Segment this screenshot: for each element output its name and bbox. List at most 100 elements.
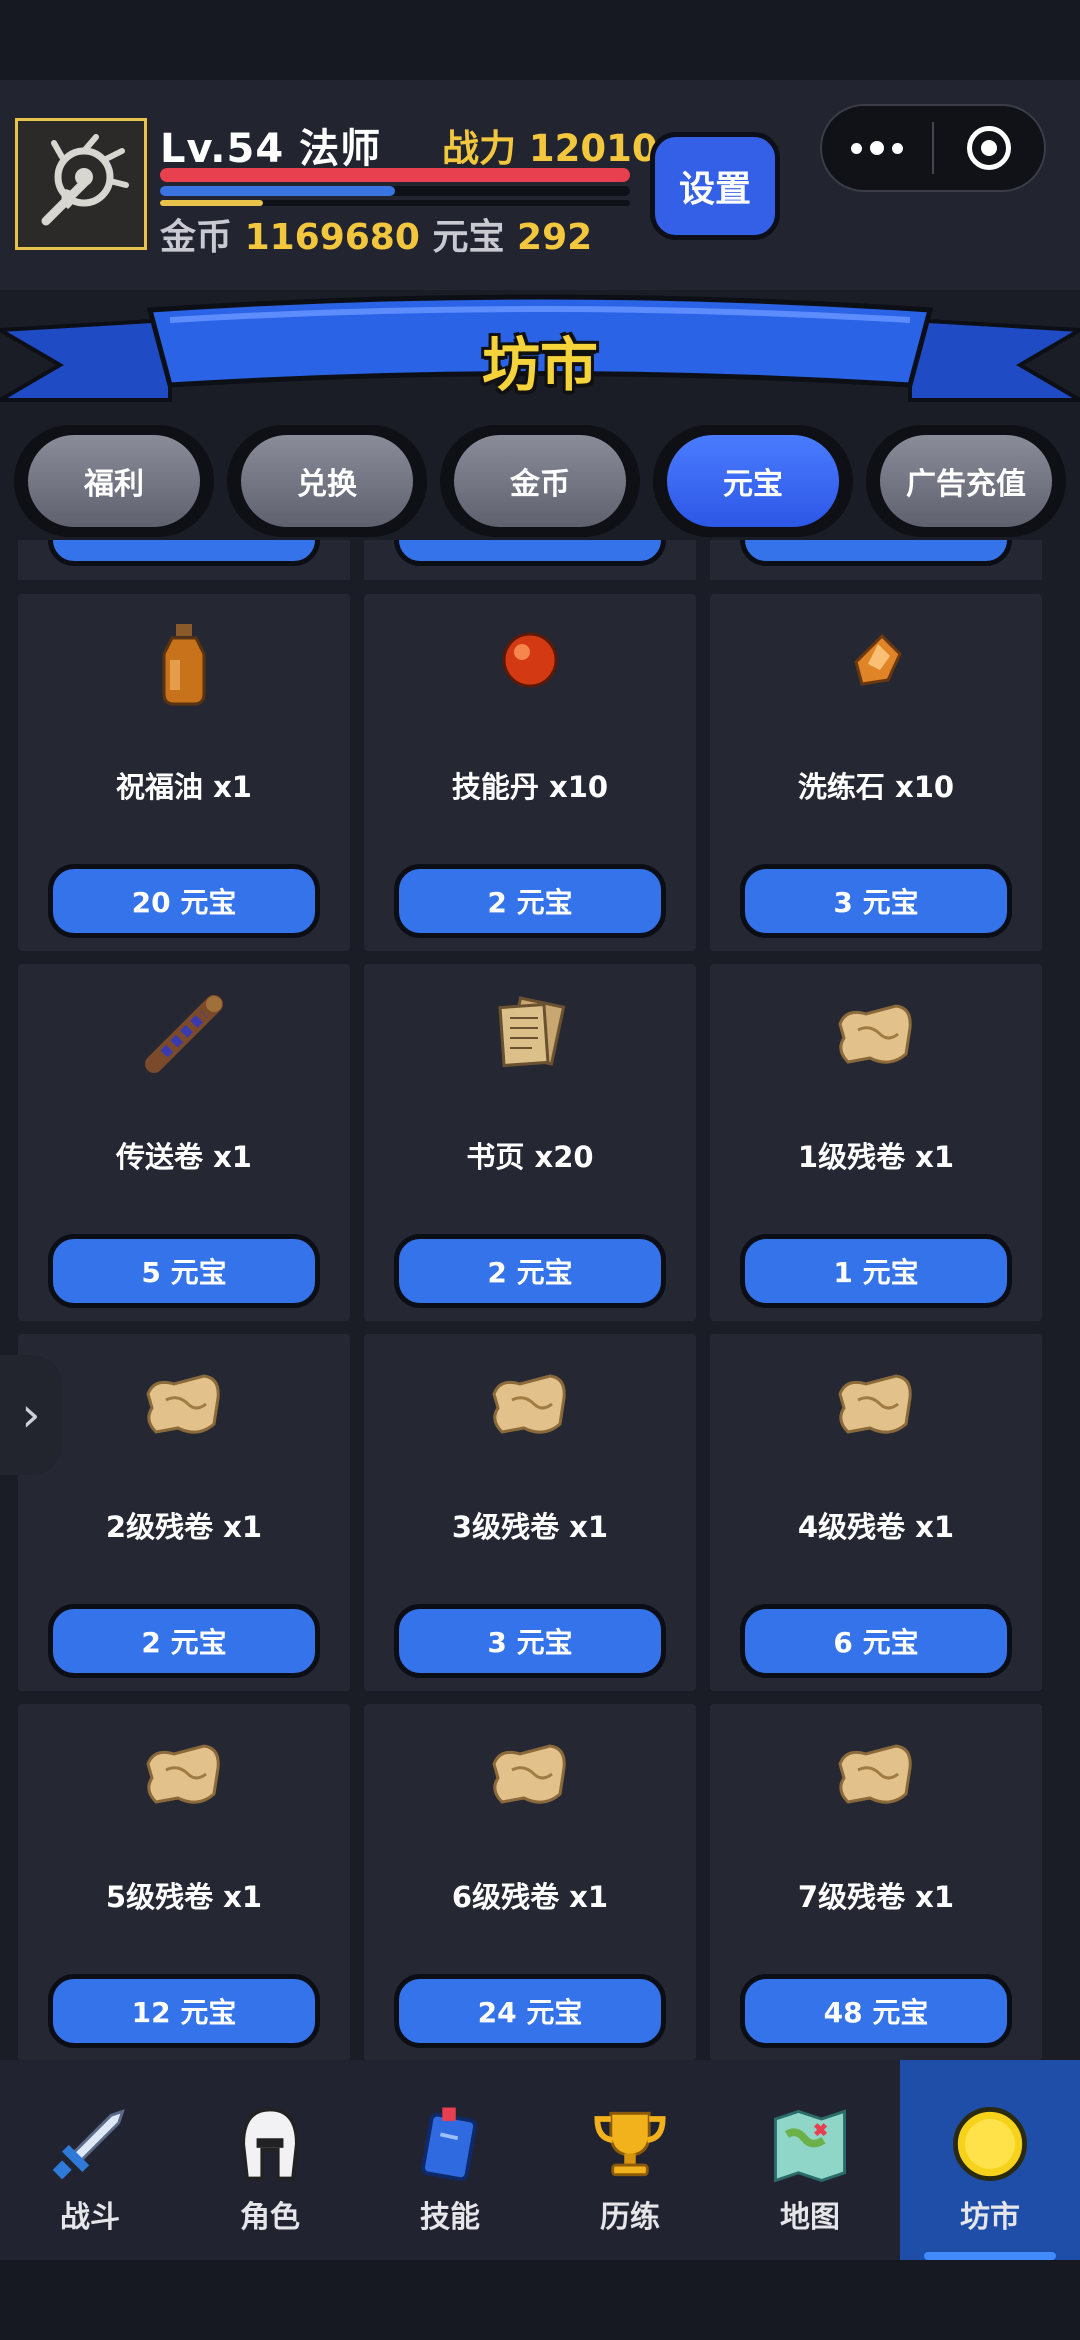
shop-item-card[interactable]: 7级残卷 x1 48 元宝 — [710, 1704, 1042, 2060]
item-name: 4级残卷 x1 — [797, 1510, 955, 1544]
buy-button[interactable]: 2 元宝 — [394, 1234, 666, 1308]
scroll-fragment-icon — [492, 1744, 566, 1804]
oil-bottle-icon — [162, 624, 206, 706]
item-name: 2级残卷 x1 — [105, 1510, 263, 1544]
tab-label: 元宝 — [667, 435, 839, 527]
scroll-fragment-icon — [146, 1374, 220, 1434]
buy-button[interactable]: 2 元宝 — [48, 1604, 320, 1678]
book-page-icon — [498, 996, 566, 1068]
buy-button[interactable]: 20 元宝 — [48, 864, 320, 938]
shop-grid: 祝福油 x1 20 元宝 技能丹 x10 2 元宝 洗练石 x10 3 元宝 传… — [0, 540, 1080, 2060]
more-dot-icon — [851, 142, 862, 154]
shop-item-card[interactable]: 洗练石 x10 3 元宝 — [710, 594, 1042, 951]
mage-class-icon — [41, 134, 129, 226]
buy-button[interactable]: 1 元宝 — [740, 1234, 1012, 1308]
item-name: 祝福油 x1 — [116, 770, 252, 804]
scroll-fragment-icon — [146, 1744, 220, 1804]
buy-button[interactable]: 2 元宝 — [394, 864, 666, 938]
item-name: 技能丹 x10 — [451, 770, 609, 804]
partial-card — [364, 540, 696, 580]
page-title: 坊市 — [481, 331, 598, 399]
more-dot-icon — [870, 141, 884, 155]
tab-label: 兑换 — [241, 435, 413, 527]
buy-button[interactable] — [48, 540, 320, 566]
nav-market[interactable]: 坊市 — [900, 2060, 1080, 2260]
scroll-fragment-icon — [838, 1744, 912, 1804]
buy-button[interactable]: 3 元宝 — [394, 1604, 666, 1678]
buy-button[interactable]: 6 元宝 — [740, 1604, 1012, 1678]
nav-map[interactable]: 地图 — [720, 2060, 900, 2260]
partial-card — [18, 540, 350, 580]
more-dot-icon — [892, 142, 903, 154]
nav-character[interactable]: 角色 — [180, 2060, 360, 2260]
buy-button[interactable]: 48 元宝 — [740, 1974, 1012, 2048]
close-miniprogram-button[interactable] — [934, 126, 1044, 170]
tab-ad-recharge[interactable]: 广告充值 — [866, 425, 1066, 537]
scroll-fragment-icon — [492, 1374, 566, 1434]
item-name: 书页 x20 — [466, 1140, 594, 1174]
item-name: 6级残卷 x1 — [451, 1880, 609, 1914]
system-bottom-bar — [0, 2260, 1080, 2340]
nav-training[interactable]: 历练 — [540, 2060, 720, 2260]
buy-button[interactable]: 3 元宝 — [740, 864, 1012, 938]
partial-card — [710, 540, 1042, 580]
buy-button[interactable]: 12 元宝 — [48, 1974, 320, 2048]
shop-item-card[interactable]: 书页 x20 2 元宝 — [364, 964, 696, 1321]
nav-label: 战斗 — [60, 2200, 120, 2235]
nav-label: 坊市 — [960, 2200, 1020, 2235]
category-tabs: 福利 兑换 金币 元宝 广告充值 — [0, 425, 1080, 540]
combat-power: 战力 12010 — [442, 127, 658, 170]
map-icon — [774, 2109, 846, 2183]
sword-icon — [52, 2109, 125, 2180]
nav-label: 历练 — [600, 2200, 660, 2235]
buy-button[interactable]: 24 元宝 — [394, 1974, 666, 2048]
buy-button[interactable] — [394, 540, 666, 566]
item-name: 传送卷 x1 — [116, 1140, 252, 1174]
shop-item-card[interactable]: 2级残卷 x1 2 元宝 — [18, 1334, 350, 1691]
shop-item-card[interactable]: 1级残卷 x1 1 元宝 — [710, 964, 1042, 1321]
shop-item-card[interactable]: 4级残卷 x1 6 元宝 — [710, 1334, 1042, 1691]
class-avatar[interactable] — [15, 118, 147, 250]
tab-label: 福利 — [28, 435, 200, 527]
trophy-icon — [594, 2111, 666, 2177]
player-header: Lv.54 法师 战力 12010 金币 1169680 元宝 292 设置 — [0, 80, 1080, 290]
shop-item-card[interactable]: 技能丹 x10 2 元宝 — [364, 594, 696, 951]
nav-label: 地图 — [780, 2200, 840, 2235]
chevron-right-icon: › — [21, 1387, 41, 1443]
shop-item-card[interactable]: 6级残卷 x1 24 元宝 — [364, 1704, 696, 2060]
gold-value: 1169680 — [244, 217, 420, 258]
tab-welfare[interactable]: 福利 — [14, 425, 214, 537]
amber-stone-icon — [854, 633, 902, 686]
helmet-icon — [241, 2107, 299, 2181]
more-menu-button[interactable] — [822, 141, 932, 155]
tab-exchange[interactable]: 兑换 — [227, 425, 427, 537]
item-name: 5级残卷 x1 — [105, 1880, 263, 1914]
shop-item-card[interactable]: 5级残卷 x1 12 元宝 — [18, 1704, 350, 2060]
shop-item-card[interactable]: 3级残卷 x1 3 元宝 — [364, 1334, 696, 1691]
yuanbao-label: 元宝 — [432, 217, 505, 258]
buy-button[interactable]: 5 元宝 — [48, 1234, 320, 1308]
side-drawer-toggle[interactable]: › — [0, 1355, 62, 1475]
xp-bar — [160, 200, 630, 206]
gold-label: 金币 — [160, 217, 233, 258]
nav-skills[interactable]: 技能 — [360, 2060, 540, 2260]
teleport-scroll-icon — [145, 995, 223, 1073]
tab-yuanbao[interactable]: 元宝 — [653, 425, 853, 537]
item-name: 1级残卷 x1 — [797, 1140, 955, 1174]
nav-label: 角色 — [240, 2200, 300, 2235]
scroll-fragment-icon — [838, 1004, 912, 1064]
nav-battle[interactable]: 战斗 — [0, 2060, 180, 2260]
scroll-fragment-icon — [838, 1374, 912, 1434]
item-name: 7级残卷 x1 — [797, 1880, 955, 1914]
settings-button[interactable]: 设置 — [650, 132, 780, 240]
mp-bar — [160, 186, 630, 196]
active-tab-indicator — [924, 2252, 1056, 2260]
hp-bar — [160, 168, 630, 182]
buy-button[interactable] — [740, 540, 1012, 566]
shop-item-card[interactable]: 传送卷 x1 5 元宝 — [18, 964, 350, 1321]
level-class-label: Lv.54 法师 — [160, 126, 382, 172]
target-icon — [966, 126, 1011, 170]
status-bar — [0, 0, 1080, 80]
shop-item-card[interactable]: 祝福油 x1 20 元宝 — [18, 594, 350, 951]
tab-gold[interactable]: 金币 — [440, 425, 640, 537]
